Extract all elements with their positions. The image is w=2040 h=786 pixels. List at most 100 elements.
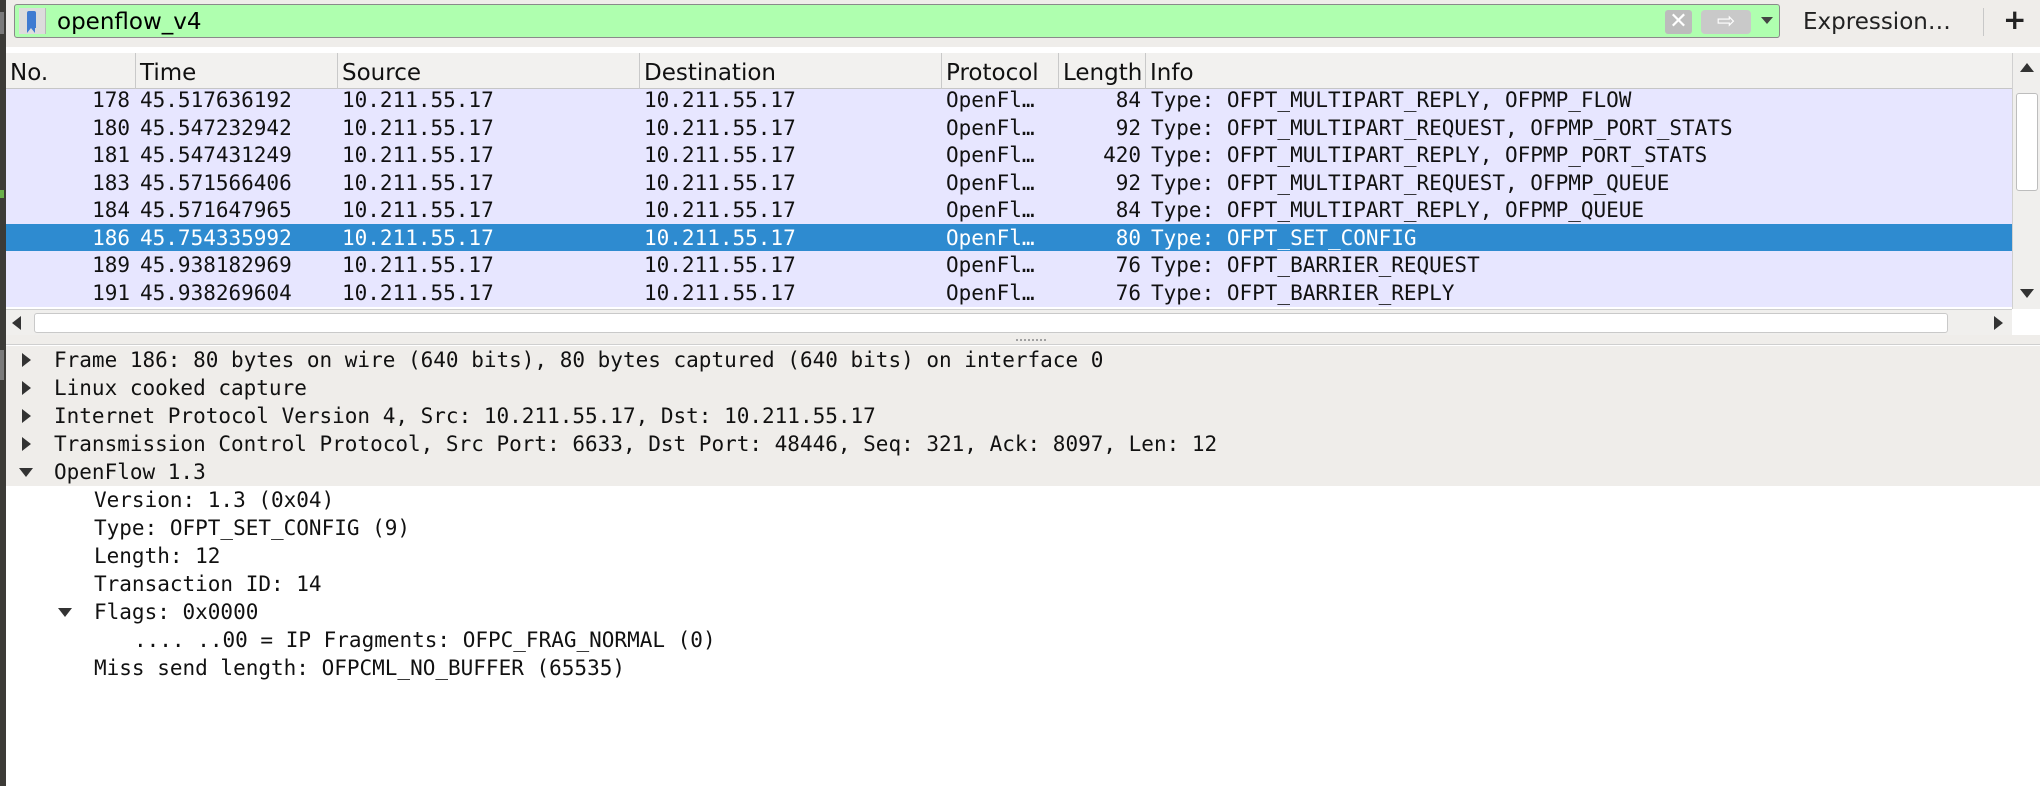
filter-text[interactable]: openflow_v4 [57, 9, 202, 35]
table-row[interactable]: 191 45.938269604 10.211.55.17 10.211.55.17 O… [6, 278, 2012, 307]
tree-item-label: Transmission Control Protocol, Src Port:… [54, 432, 1218, 456]
cell-destination: 10.211.55.17 [644, 280, 796, 305]
clear-icon[interactable]: ✕ [1665, 10, 1692, 34]
bookmark-icon[interactable] [19, 8, 46, 34]
cell-no: 189 [92, 253, 130, 277]
expand-right-icon[interactable] [22, 437, 31, 451]
tree-item-tcp[interactable]: Transmission Control Protocol, Src Port:… [6, 430, 2040, 458]
cell-protocol: OpenFl… [946, 253, 1035, 277]
bookmark-flag [27, 11, 36, 33]
scrollbar-thumb[interactable] [34, 313, 1948, 333]
cell-protocol: OpenFl… [946, 143, 1035, 167]
scroll-down-arrow-icon[interactable] [2020, 289, 2034, 298]
tree-item-openflow[interactable]: OpenFlow 1.3 [6, 458, 2040, 486]
cell-protocol: OpenFl… [946, 170, 1035, 195]
cell-length: 80 [1115, 225, 1141, 250]
scroll-up-arrow-icon[interactable] [2020, 63, 2034, 72]
cell-time: 45.754335992 [140, 225, 292, 250]
cell-no: 183 [92, 170, 130, 195]
table-row[interactable]: 178 45.517636192 10.211.55.17 10.211.55.17 O… [6, 89, 2012, 114]
tree-item-label: Miss send length: OFPCML_NO_BUFFER (6553… [94, 656, 626, 680]
vertical-scrollbar[interactable] [2012, 53, 2040, 309]
table-row[interactable]: 184 45.571647965 10.211.55.17 10.211.55.17 O… [6, 196, 2012, 224]
cell-length: 84 [1115, 198, 1141, 222]
table-row[interactable]: 180 45.547232942 10.211.55.17 10.211.55.17 O… [6, 113, 2012, 142]
add-filter-button[interactable]: + [2003, 4, 2026, 36]
scroll-left-arrow-icon[interactable] [12, 316, 21, 330]
cell-source: 10.211.55.17 [342, 253, 494, 277]
cell-info: Type: OFPT_BARRIER_REPLY [1151, 280, 1455, 305]
cell-info: Type: OFPT_MULTIPART_REQUEST, OFPMP_QUEU… [1151, 170, 1670, 195]
toolbar-divider [1983, 8, 1984, 36]
tree-item-label: Flags: 0x0000 [94, 600, 259, 624]
tree-item-label: .... ..00 = IP Fragments: OFPC_FRAG_NORM… [134, 628, 716, 652]
column-header-destination[interactable]: Destination [640, 53, 942, 89]
cell-destination: 10.211.55.17 [644, 170, 796, 195]
splitter-grip[interactable] [1016, 339, 1046, 343]
launcher-mark [0, 350, 4, 380]
cell-no: 180 [92, 115, 130, 140]
cell-no: 178 [92, 89, 130, 112]
launcher-mark [0, 190, 4, 198]
expand-right-icon[interactable] [22, 381, 31, 395]
cell-destination: 10.211.55.17 [644, 253, 796, 277]
tree-item-ipv4[interactable]: Internet Protocol Version 4, Src: 10.211… [6, 402, 2040, 430]
cell-time: 45.517636192 [140, 89, 292, 112]
cell-source: 10.211.55.17 [342, 198, 494, 222]
cell-length: 84 [1115, 89, 1141, 112]
column-header-info[interactable]: Info [1146, 53, 2012, 89]
cell-time: 45.571566406 [140, 170, 292, 195]
cell-protocol: OpenFl… [946, 89, 1035, 112]
scrollbar-thumb[interactable] [2016, 93, 2038, 191]
cell-time: 45.938269604 [140, 280, 292, 305]
cell-protocol: OpenFl… [946, 280, 1035, 305]
tree-item-frame[interactable]: Frame 186: 80 bytes on wire (640 bits), … [6, 346, 2040, 374]
cell-destination: 10.211.55.17 [644, 198, 796, 222]
cell-source: 10.211.55.17 [342, 225, 494, 250]
column-header-protocol[interactable]: Protocol [942, 53, 1059, 89]
cell-time: 45.938182969 [140, 253, 292, 277]
tree-item-label: Frame 186: 80 bytes on wire (640 bits), … [54, 348, 1104, 372]
cell-info: Type: OFPT_BARRIER_REQUEST [1151, 253, 1480, 277]
cell-protocol: OpenFl… [946, 115, 1035, 140]
cell-destination: 10.211.55.17 [644, 115, 796, 140]
table-row[interactable]: 183 45.571566406 10.211.55.17 10.211.55.17 O… [6, 168, 2012, 197]
tree-item-linux-cooked[interactable]: Linux cooked capture [6, 374, 2040, 402]
tree-item-label: Type: OFPT_SET_CONFIG (9) [94, 516, 411, 540]
cell-time: 45.547232942 [140, 115, 292, 140]
cell-source: 10.211.55.17 [342, 280, 494, 305]
cell-destination: 10.211.55.17 [644, 89, 796, 112]
expand-down-icon[interactable] [58, 608, 72, 617]
table-row[interactable]: 189 45.938182969 10.211.55.17 10.211.55.17 O… [6, 251, 2012, 279]
column-header-no[interactable]: No. [6, 53, 136, 89]
column-header-source[interactable]: Source [338, 53, 640, 89]
column-header-time[interactable]: Time [136, 53, 338, 89]
cell-no: 181 [92, 143, 130, 167]
chevron-down-icon[interactable] [1761, 17, 1773, 24]
cell-protocol: OpenFl… [946, 225, 1035, 250]
tree-item-label: Length: 12 [94, 544, 221, 568]
table-row-selected[interactable]: 186 45.754335992 10.211.55.17 10.211.55.17 O… [6, 223, 2012, 252]
display-filter-toolbar: openflow_v4 ✕ ⇨ Expression… + [6, 0, 2040, 47]
cell-no: 191 [92, 280, 130, 305]
tree-item-label: Internet Protocol Version 4, Src: 10.211… [54, 404, 876, 428]
table-row[interactable]: 181 45.547431249 10.211.55.17 10.211.55.17 O… [6, 141, 2012, 169]
cell-no: 186 [92, 225, 130, 250]
cell-time: 45.547431249 [140, 143, 292, 167]
display-filter-input[interactable]: openflow_v4 ✕ ⇨ [14, 4, 1780, 38]
expression-button[interactable]: Expression… [1803, 8, 1951, 36]
cell-length: 420 [1103, 143, 1141, 167]
pane-splitter[interactable] [6, 335, 2040, 345]
expand-right-icon[interactable] [22, 409, 31, 423]
column-header-length[interactable]: Length [1059, 53, 1146, 89]
scroll-right-arrow-icon[interactable] [1994, 316, 2003, 330]
expand-right-icon[interactable] [22, 353, 31, 367]
apply-arrow-icon[interactable]: ⇨ [1701, 10, 1751, 34]
launcher-mark [0, 12, 4, 34]
cell-destination: 10.211.55.17 [644, 225, 796, 250]
cell-source: 10.211.55.17 [342, 89, 494, 112]
cell-info: Type: OFPT_MULTIPART_REQUEST, OFPMP_PORT… [1151, 115, 1733, 140]
cell-protocol: OpenFl… [946, 198, 1035, 222]
horizontal-scrollbar[interactable] [6, 309, 2012, 335]
expand-down-icon[interactable] [19, 468, 33, 477]
